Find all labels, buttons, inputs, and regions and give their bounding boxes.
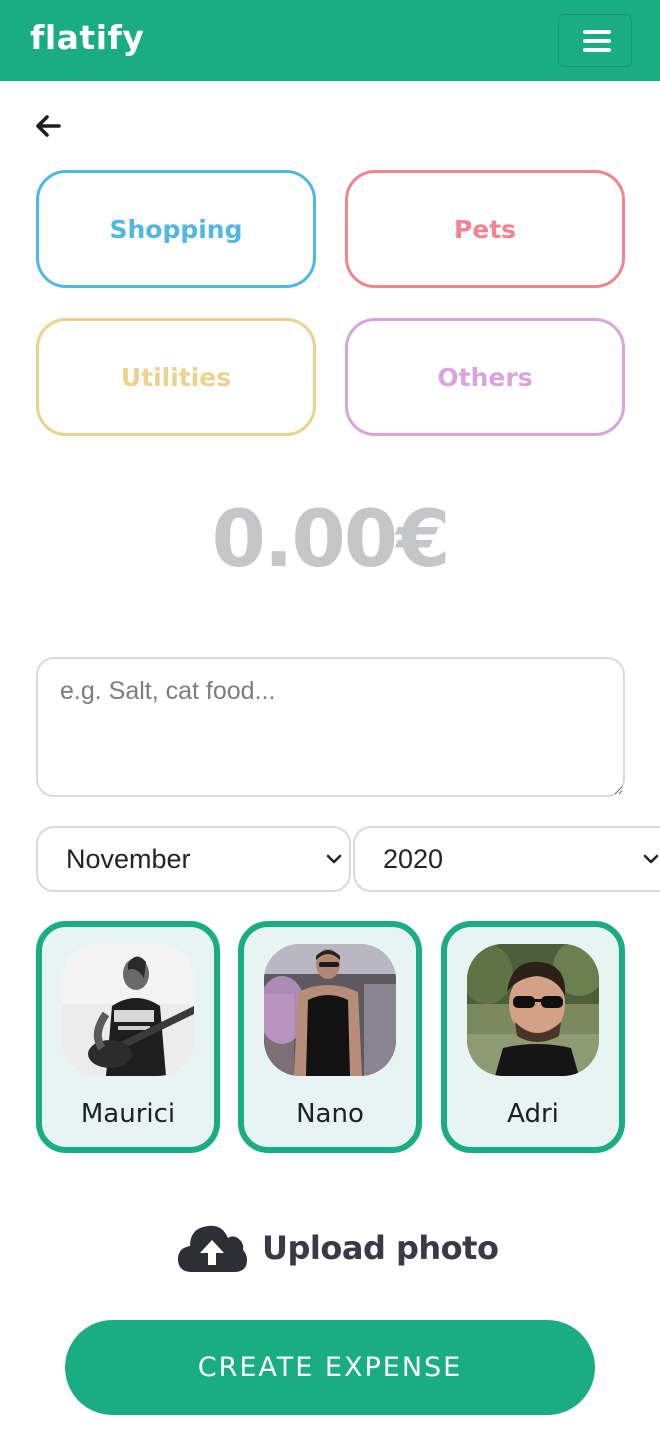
category-pets-button[interactable]: Pets (345, 170, 625, 288)
category-shopping-button[interactable]: Shopping (36, 170, 316, 288)
avatar (467, 944, 599, 1076)
month-select[interactable]: November (36, 826, 351, 892)
arrow-left-icon (36, 115, 61, 137)
category-utilities-button[interactable]: Utilities (36, 318, 316, 436)
description-input[interactable] (36, 657, 625, 797)
member-card-adri[interactable]: Adri (441, 921, 625, 1153)
member-name: Maurici (80, 1099, 176, 1129)
create-expense-button[interactable]: CREATE EXPENSE (65, 1320, 595, 1415)
member-name: Adri (507, 1099, 559, 1129)
member-name: Nano (296, 1099, 364, 1129)
menu-toggle-button[interactable] (558, 14, 632, 67)
app-logo[interactable]: flatify (30, 18, 144, 57)
avatar (62, 944, 194, 1076)
top-navbar: flatify (0, 0, 660, 81)
expense-amount[interactable]: 0.00€ (0, 495, 660, 585)
upload-photo-button[interactable]: Upload photo (176, 1218, 499, 1278)
member-card-nano[interactable]: Nano (238, 921, 422, 1153)
year-select[interactable]: 2020 (353, 826, 660, 892)
member-card-maurici[interactable]: Maurici (36, 921, 220, 1153)
cloud-upload-icon (178, 1225, 247, 1272)
upload-photo-label: Upload photo (262, 1229, 499, 1267)
avatar (264, 944, 396, 1076)
hamburger-menu-icon (583, 30, 611, 34)
back-button[interactable] (33, 112, 63, 140)
category-others-button[interactable]: Others (345, 318, 625, 436)
